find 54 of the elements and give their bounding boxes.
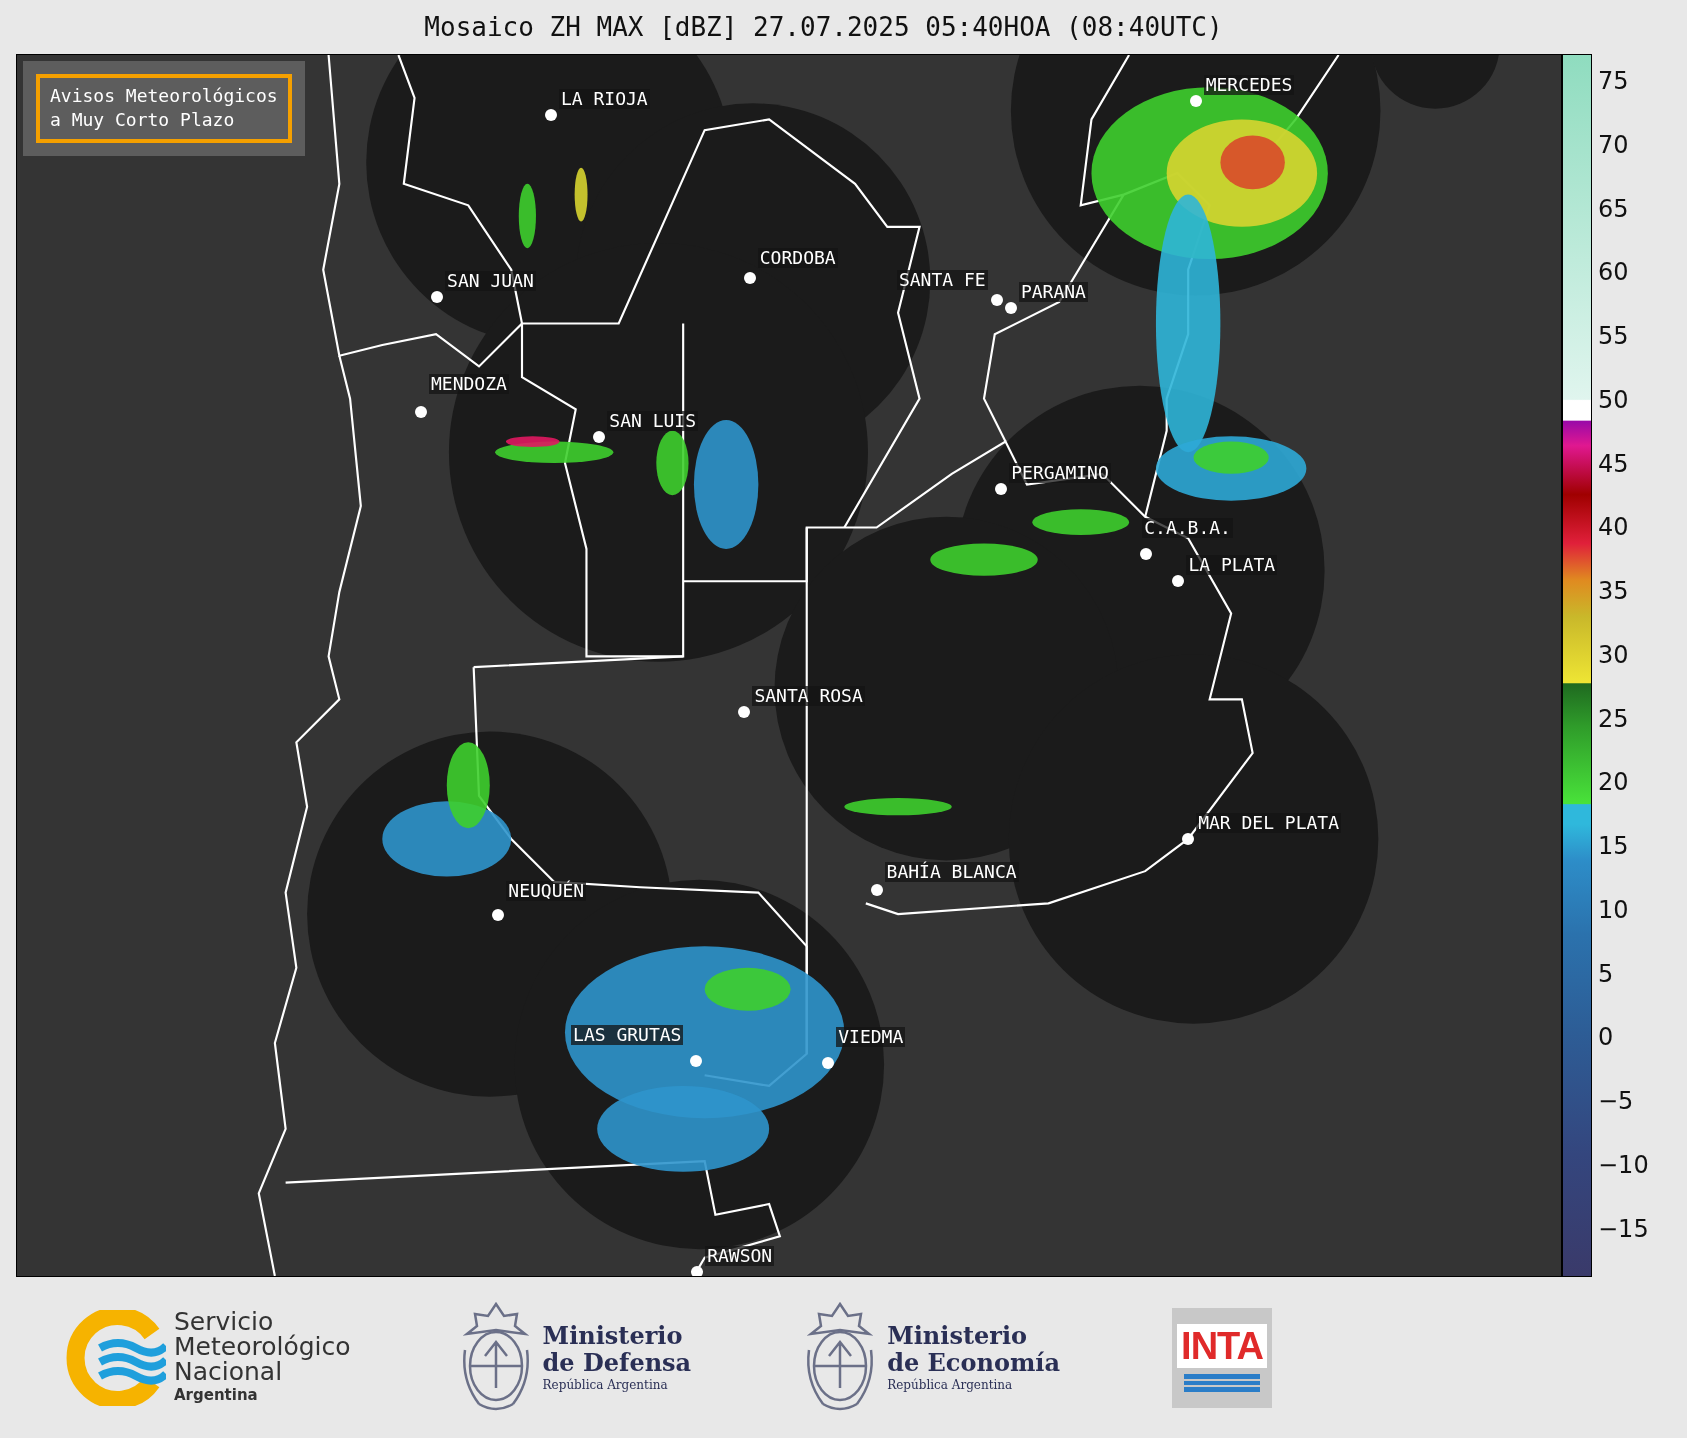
inta-logo: INTA [1172, 1307, 1272, 1408]
scale-tick-label: 65 [1598, 194, 1630, 223]
scale-tick-label: 50 [1598, 385, 1630, 414]
city-label: SAN JUAN [445, 270, 536, 291]
city-label: LA PLATA [1186, 555, 1278, 576]
scale-tick-label: 30 [1598, 640, 1630, 669]
city-label: CORDOBA [757, 248, 838, 269]
city-label: LA RIOJA [559, 89, 650, 110]
scale-tick-label: −5 [1598, 1087, 1635, 1116]
scale-tick-label: 45 [1598, 449, 1630, 478]
scale-tick-label: 25 [1598, 704, 1630, 733]
city-label: SANTA ROSA [752, 686, 865, 707]
scale-tick-label: 70 [1598, 130, 1630, 159]
warning-notice[interactable]: Avisos Meteorológicos a Muy Corto Plazo [36, 74, 292, 143]
city-label: C.A.B.A. [1142, 518, 1233, 539]
ministry-name: Ministerio de Economía [887, 1321, 1060, 1376]
city-label: PARANA [1018, 282, 1088, 303]
city-dot [738, 706, 751, 719]
scale-tick-label: 10 [1598, 895, 1630, 924]
scale-tick-label: 75 [1598, 67, 1630, 95]
scale-tick-label: 15 [1598, 832, 1630, 861]
city-label: SANTA FE [896, 269, 988, 290]
city-label: MENDOZA [429, 373, 509, 394]
map-title: Mosaico ZH MAX [dBZ] 27.07.2025 05:40HOA (08:40UTC) [423, 11, 1224, 44]
organization-country: Argentina [174, 1385, 259, 1406]
scale-tick-label: 40 [1598, 513, 1630, 542]
city-label: LAS GRUTAS [571, 1025, 684, 1046]
ministry-country: República Argentina [887, 1376, 1014, 1394]
scale-tick-label: −10 [1598, 1151, 1649, 1179]
smn-logo-icon [66, 1309, 166, 1406]
city-label: PERGAMINO [1009, 462, 1111, 483]
city-label: SAN LUIS [607, 411, 699, 432]
organization-name: Servicio Meteorológico Nacional [174, 1309, 351, 1384]
city-label: RAWSON [705, 1245, 775, 1266]
scale-tick-label: 60 [1598, 258, 1630, 287]
city-dot [1004, 302, 1017, 315]
ministry-country: República Argentina [542, 1376, 669, 1394]
city-label: MAR DEL PLATA [1196, 812, 1342, 833]
city-dot [415, 405, 427, 418]
ministry-name: Ministerio de Defensa [542, 1321, 692, 1376]
scale-tick-label: 55 [1598, 322, 1630, 351]
city-label: MERCEDES [1203, 75, 1295, 96]
stripes-icon [1184, 1373, 1260, 1392]
city-dot [691, 1265, 704, 1276]
city-label: NEUQUÉN [506, 881, 587, 902]
scale-tick-label: 35 [1598, 577, 1630, 606]
scale-tick-label: 0 [1598, 1023, 1615, 1052]
scale-tick-label: 20 [1598, 768, 1630, 797]
city-label: BAHÍA BLANCA [884, 862, 1019, 883]
scale-tick-label: 5 [1598, 959, 1615, 988]
city-dot [990, 293, 1003, 306]
city-label: VIEDMA [836, 1027, 906, 1048]
scale-tick-label: −15 [1598, 1214, 1649, 1243]
city-dot [870, 884, 883, 897]
